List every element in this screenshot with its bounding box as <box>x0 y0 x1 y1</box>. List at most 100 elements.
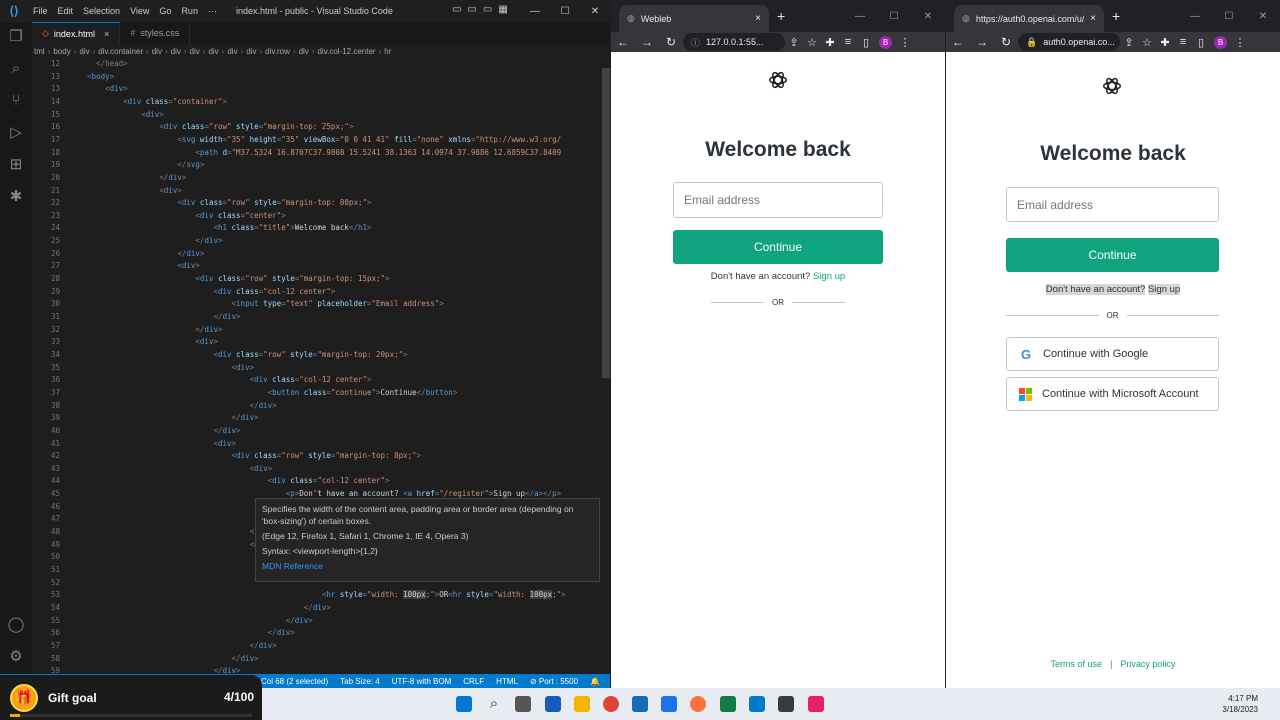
code-line[interactable]: 23 <div class="center"> <box>32 210 610 223</box>
code-line[interactable]: 26 </div> <box>32 248 610 261</box>
breadcrumb-item[interactable]: tml <box>34 47 45 56</box>
bookmark-star-icon[interactable]: ☆ <box>1138 36 1156 49</box>
breadcrumb-item[interactable]: div <box>152 47 162 56</box>
mail-icon[interactable] <box>661 696 677 712</box>
app-icon[interactable] <box>808 696 824 712</box>
code-line[interactable]: 38 </div> <box>32 400 610 413</box>
menu-go[interactable]: Go <box>154 6 176 16</box>
status-eol[interactable]: CRLF <box>463 677 484 686</box>
breadcrumb-item[interactable]: hr <box>384 47 391 56</box>
forward-icon[interactable]: → <box>970 35 994 49</box>
back-icon[interactable]: ← <box>946 35 970 49</box>
terms-link[interactable]: Terms of use <box>1051 659 1103 669</box>
new-tab-icon[interactable]: + <box>1112 9 1120 23</box>
code-line[interactable]: 29 <div class="col-12 center"> <box>32 286 610 299</box>
code-line[interactable]: 58 </div> <box>32 653 610 666</box>
code-line[interactable]: 53 <hr style="width: 100px;">OR<hr style… <box>32 589 610 602</box>
start-windows-icon[interactable] <box>456 696 472 712</box>
email-field[interactable]: Email address <box>1006 187 1219 222</box>
firefox-icon[interactable] <box>690 696 706 712</box>
search-icon[interactable]: ⌕ <box>486 696 502 712</box>
breadcrumb-item[interactable]: div <box>190 47 200 56</box>
code-line[interactable]: 25 </div> <box>32 235 610 248</box>
address-bar[interactable]: 🔒 auth0.openai.co... <box>1018 33 1120 51</box>
menu-view[interactable]: View <box>125 6 154 16</box>
system-clock[interactable]: 4:17 PM 3/18/2023 <box>1222 693 1258 715</box>
status-cursor-position[interactable]: Col 68 (2 selected) <box>261 677 328 686</box>
code-line[interactable]: 55 </div> <box>32 615 610 628</box>
code-editor[interactable]: 12 </head> 13 <body> 13 <div> 14 <div class… <box>32 58 610 678</box>
bookmark-star-icon[interactable]: ☆ <box>803 36 821 49</box>
code-line[interactable]: 13 <body> <box>32 71 610 84</box>
code-line[interactable]: 33 <div> <box>32 336 610 349</box>
address-bar[interactable]: ⓘ 127.0.0.1:55... <box>683 33 785 51</box>
code-line[interactable]: 35 <div> <box>32 362 610 375</box>
extensions-icon[interactable]: ⊞ <box>7 156 25 174</box>
close-icon[interactable]: ✕ <box>911 0 945 32</box>
toggle-secondary-sidebar-icon[interactable]: ▭ <box>483 4 492 15</box>
code-line[interactable]: 41 <div> <box>32 438 610 451</box>
breadcrumb-item[interactable]: div <box>246 47 256 56</box>
continue-with-microsoft-button[interactable]: Continue with Microsoft Account <box>1006 377 1219 411</box>
scrollbar-thumb[interactable] <box>602 68 610 378</box>
code-line[interactable]: 36 <div class="col-12 center"> <box>32 374 610 387</box>
breadcrumb-item[interactable]: div <box>299 47 309 56</box>
mdn-reference-link[interactable]: MDN Reference <box>262 560 593 572</box>
profile-avatar[interactable]: B <box>1214 35 1227 49</box>
editor-scrollbar[interactable] <box>602 58 610 678</box>
code-line[interactable]: 28 <div class="row" style="margin-top: 1… <box>32 273 610 286</box>
code-line[interactable]: 34 <div class="row" style="margin-top: 2… <box>32 349 610 362</box>
code-line[interactable]: 22 <div class="row" style="margin-top: 8… <box>32 197 610 210</box>
reading-list-icon[interactable]: ≡ <box>1174 36 1192 48</box>
tab-index-html[interactable]: ◇ index.html × <box>32 22 121 44</box>
source-control-icon[interactable]: ⑂ <box>7 92 25 110</box>
breadcrumb-item[interactable]: div.container <box>98 47 143 56</box>
browser-tab-openai[interactable]: ◍ https://auth0.openai.com/u/lo × <box>954 5 1104 32</box>
customize-layout-icon[interactable]: ▦ <box>498 4 507 15</box>
back-icon[interactable]: ← <box>611 35 635 49</box>
share-icon[interactable]: ⇪ <box>785 36 803 49</box>
excel-icon[interactable] <box>720 696 736 712</box>
search-icon[interactable]: ⌕ <box>7 60 25 78</box>
account-icon[interactable]: ◯ <box>7 616 25 634</box>
minimize-icon[interactable]: — <box>1178 0 1212 32</box>
code-line[interactable]: 56 </div> <box>32 627 610 640</box>
code-line[interactable]: 39 </div> <box>32 412 610 425</box>
status-tab-size[interactable]: Tab Size: 4 <box>340 677 380 686</box>
code-line[interactable]: 21 <div> <box>32 185 610 198</box>
menu-kebab-icon[interactable]: ⋮ <box>896 36 914 49</box>
share-icon[interactable]: ⇪ <box>1120 36 1138 49</box>
maximize-icon[interactable]: ☐ <box>1212 0 1246 32</box>
profile-avatar[interactable]: B <box>879 35 892 49</box>
breadcrumb-item[interactable]: div <box>79 47 89 56</box>
toggle-panel-icon[interactable]: ▭ <box>467 4 476 15</box>
file-explorer-icon[interactable] <box>574 696 590 712</box>
breadcrumb-item[interactable]: div <box>208 47 218 56</box>
settings-gear-icon[interactable]: ⚙ <box>7 648 25 666</box>
code-line[interactable]: 13 <div> <box>32 83 610 96</box>
code-line[interactable]: 12 </head> <box>32 58 610 71</box>
tab-close-icon[interactable]: × <box>104 29 109 39</box>
code-line[interactable]: 32 </div> <box>32 324 610 337</box>
menu-selection[interactable]: Selection <box>78 6 125 16</box>
code-line[interactable]: 20 </div> <box>32 172 610 185</box>
reading-list-icon[interactable]: ≡ <box>839 36 857 48</box>
notifications-icon[interactable]: 🔔 <box>590 677 600 686</box>
code-line[interactable]: 30 <input type="text" placeholder="Email… <box>32 298 610 311</box>
code-line[interactable]: 57 </div> <box>32 640 610 653</box>
maximize-icon[interactable]: ☐ <box>877 0 911 32</box>
signup-link[interactable]: Sign up <box>813 271 845 282</box>
reload-icon[interactable]: ↻ <box>659 35 683 49</box>
breadcrumb-item[interactable]: body <box>53 47 70 56</box>
tab-close-icon[interactable]: × <box>755 13 761 24</box>
maximize-icon[interactable]: ☐ <box>550 0 580 22</box>
minimize-icon[interactable]: — <box>520 0 550 22</box>
continue-button[interactable]: Continue <box>1006 238 1219 272</box>
breadcrumb-item[interactable]: div <box>227 47 237 56</box>
code-line[interactable]: 37 <button class="continue">Continue</bu… <box>32 387 610 400</box>
outlook-icon[interactable] <box>632 696 648 712</box>
code-line[interactable]: 18 <path d="M37.5324 16.8707C37.9808 15.… <box>32 147 610 160</box>
breadcrumb-item[interactable]: div <box>171 47 181 56</box>
task-view-icon[interactable] <box>515 696 531 712</box>
breadcrumb-item[interactable]: div.col-12.center <box>317 47 375 56</box>
